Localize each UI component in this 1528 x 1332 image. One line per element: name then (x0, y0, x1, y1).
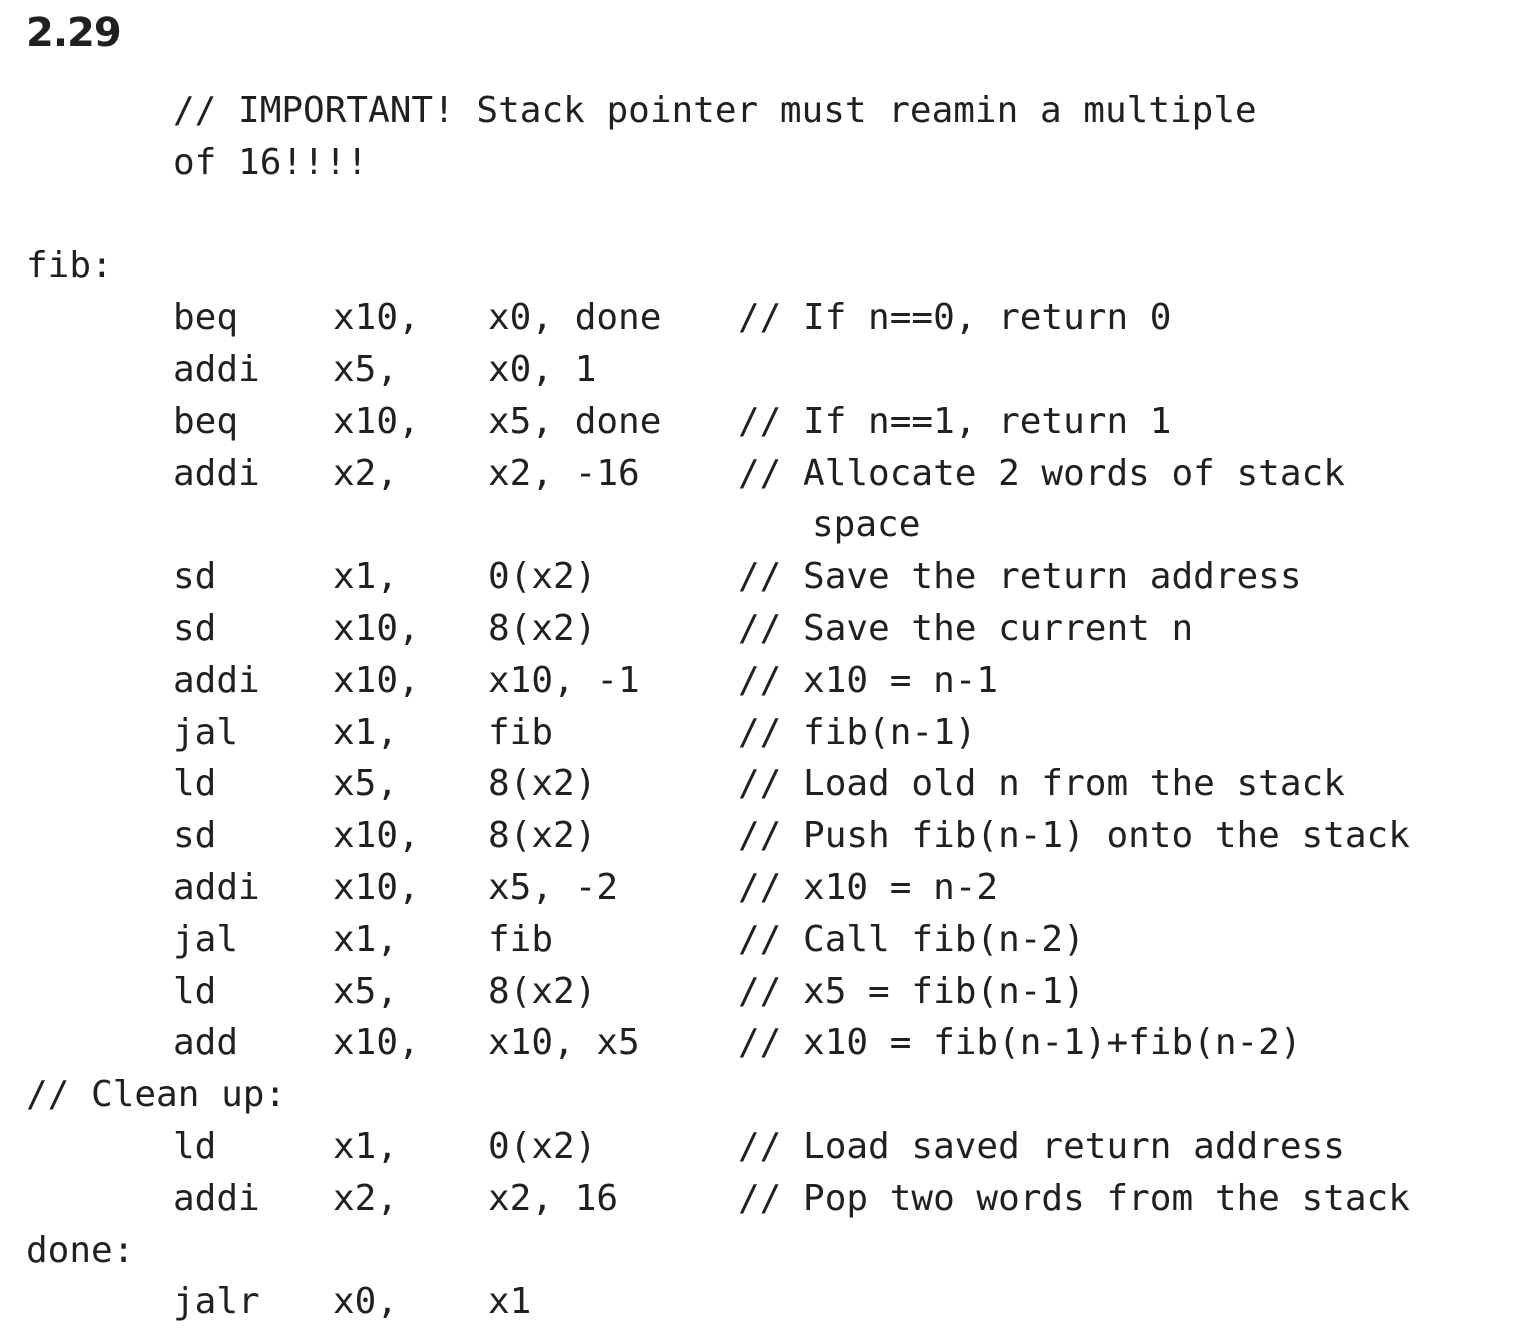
code-line: fib: (0, 240, 1528, 292)
instruction-operand-2: x0, done (488, 297, 662, 339)
instruction-operand-1: x10, (333, 659, 420, 701)
instruction-opcode: add (173, 1022, 239, 1064)
instruction-opcode: jalr (173, 1281, 260, 1323)
instruction-opcode: beq (173, 297, 239, 339)
code-line: jal x1, fib // fib(n-1) (0, 707, 1528, 759)
comment-continuation: space (812, 504, 921, 546)
instruction-operand-2: 0(x2) (488, 1125, 597, 1167)
instruction-comment: // If n==0, return 0 (738, 297, 1172, 339)
instruction-comment: // Save the return address (738, 556, 1302, 598)
code-line: addi x2, x2, -16 // Allocate 2 words of sta… (0, 448, 1528, 500)
instruction-operand-2: 0(x2) (488, 556, 597, 598)
instruction-operand-1: x5, (333, 348, 399, 390)
instruction-comment: // Save the current n (738, 607, 1194, 649)
instruction-operand-2: x10, x5 (488, 1022, 640, 1064)
instruction-comment: // Load old n from the stack (738, 763, 1345, 805)
code-line: of 16!!!! (0, 137, 1528, 189)
header-comment: of 16!!!! (173, 141, 369, 183)
instruction-opcode: ld (173, 763, 217, 805)
code-line: ld x5, 8(x2) // x5 = fib(n-1) (0, 966, 1528, 1018)
instruction-opcode: jal (173, 711, 239, 753)
instruction-opcode: sd (173, 556, 217, 598)
code-line: sd x10, 8(x2) // Push fib(n-1) onto the sta… (0, 810, 1528, 862)
instruction-opcode: addi (173, 452, 260, 494)
instruction-operand-2: x0, 1 (488, 348, 597, 390)
instruction-opcode: jal (173, 918, 239, 960)
code-line: space (0, 499, 1528, 551)
instruction-comment: // Pop two words from the stack (738, 1177, 1410, 1219)
instruction-operand-1: x5, (333, 970, 399, 1012)
code-line: ld x5, 8(x2) // Load old n from the stack (0, 758, 1528, 810)
instruction-comment: // x10 = fib(n-1)+fib(n-2) (738, 1022, 1302, 1064)
code-line: jalr x0, x1 (0, 1276, 1528, 1328)
code-label: // Clean up: (26, 1074, 287, 1116)
instruction-opcode: beq (173, 400, 239, 442)
header-comment: // IMPORTANT! Stack pointer must reamin … (173, 90, 1257, 131)
code-line: add x10, x10, x5 // x10 = fib(n-1)+fib(n-2) (0, 1017, 1528, 1069)
assembly-code-listing: // IMPORTANT! Stack pointer must reamin … (0, 85, 1528, 1328)
instruction-operand-1: x10, (333, 866, 420, 908)
instruction-operand-1: x10, (333, 1022, 420, 1064)
instruction-opcode: addi (173, 866, 260, 908)
code-line: ld x1, 0(x2) // Load saved return address (0, 1121, 1528, 1173)
instruction-operand-1: x0, (333, 1281, 399, 1323)
instruction-comment: // x5 = fib(n-1) (738, 970, 1085, 1012)
code-line: jal x1, fib // Call fib(n-2) (0, 914, 1528, 966)
instruction-opcode: addi (173, 659, 260, 701)
instruction-operand-2: fib (488, 918, 554, 960)
code-line: beq x10, x5, done // If n==1, return 1 (0, 396, 1528, 448)
instruction-comment: // Call fib(n-2) (738, 918, 1085, 960)
code-line: addi x2, x2, 16 // Pop two words from the s… (0, 1173, 1528, 1225)
instruction-opcode: ld (173, 970, 217, 1012)
code-line: done: (0, 1225, 1528, 1277)
code-line: addi x5, x0, 1 (0, 344, 1528, 396)
instruction-opcode: addi (173, 348, 260, 390)
instruction-operand-2: fib (488, 711, 554, 753)
instruction-operand-1: x2, (333, 452, 399, 494)
instruction-operand-2: 8(x2) (488, 763, 597, 805)
instruction-operand-2: x5, -2 (488, 866, 619, 908)
code-label: fib: (26, 245, 113, 287)
code-line: sd x1, 0(x2) // Save the return address (0, 551, 1528, 603)
instruction-operand-1: x2, (333, 1177, 399, 1219)
instruction-operand-2: x10, -1 (488, 659, 640, 701)
code-line: addi x10, x10, -1 // x10 = n-1 (0, 655, 1528, 707)
instruction-comment: // Allocate 2 words of stack (738, 452, 1345, 494)
instruction-operand-1: x1, (333, 1125, 399, 1167)
instruction-operand-1: x1, (333, 918, 399, 960)
instruction-operand-2: x2, -16 (488, 452, 640, 494)
instruction-operand-2: x1 (488, 1281, 532, 1323)
instruction-operand-2: x5, done (488, 400, 662, 442)
code-line: addi x10, x5, -2 // x10 = n-2 (0, 862, 1528, 914)
instruction-operand-2: 8(x2) (488, 815, 597, 857)
instruction-operand-1: x10, (333, 607, 420, 649)
code-line: // IMPORTANT! Stack pointer must reamin … (0, 85, 1528, 137)
instruction-comment: // x10 = n-1 (738, 659, 999, 701)
instruction-operand-1: x10, (333, 297, 420, 339)
instruction-operand-2: 8(x2) (488, 607, 597, 649)
instruction-operand-2: x2, 16 (488, 1177, 619, 1219)
instruction-operand-2: 8(x2) (488, 970, 597, 1012)
code-label: done: (26, 1229, 135, 1271)
instruction-opcode: ld (173, 1125, 217, 1167)
code-line: beq x10, x0, done // If n==0, return 0 (0, 292, 1528, 344)
instruction-comment: // Push fib(n-1) onto the stack (738, 815, 1410, 857)
instruction-opcode: sd (173, 607, 217, 649)
code-line: sd x10, 8(x2) // Save the current n (0, 603, 1528, 655)
instruction-operand-1: x10, (333, 815, 420, 857)
exercise-number: 2.29 (26, 10, 122, 56)
instruction-comment: // fib(n-1) (738, 711, 977, 753)
code-line: // Clean up: (0, 1069, 1528, 1121)
instruction-comment: // Load saved return address (738, 1125, 1345, 1167)
instruction-operand-1: x1, (333, 711, 399, 753)
instruction-opcode: sd (173, 815, 217, 857)
instruction-comment: // x10 = n-2 (738, 866, 999, 908)
instruction-comment: // If n==1, return 1 (738, 400, 1172, 442)
instruction-operand-1: x1, (333, 556, 399, 598)
instruction-opcode: addi (173, 1177, 260, 1219)
instruction-operand-1: x5, (333, 763, 399, 805)
instruction-operand-1: x10, (333, 400, 420, 442)
